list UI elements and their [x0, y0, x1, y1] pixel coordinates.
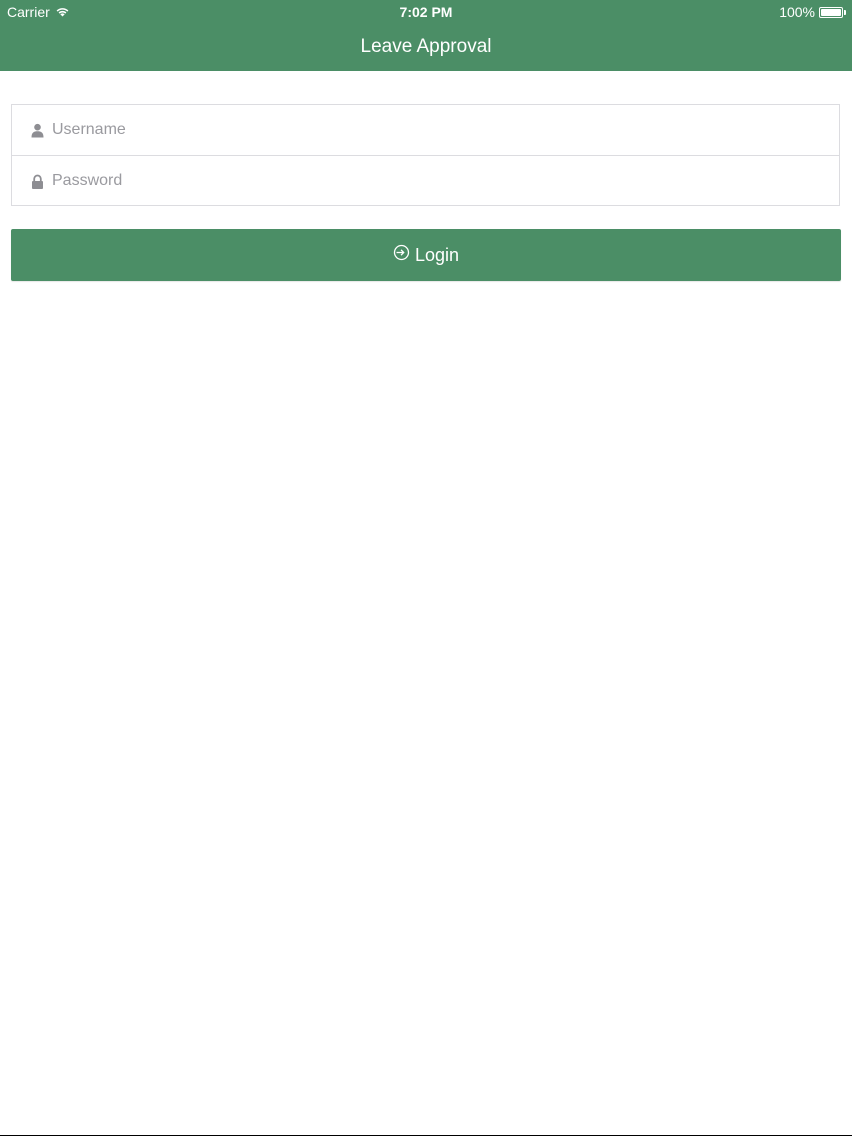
lock-icon	[30, 174, 45, 189]
page-title: Leave Approval	[360, 36, 492, 57]
battery-icon	[819, 6, 843, 18]
password-input[interactable]	[50, 160, 814, 202]
password-row	[12, 155, 839, 206]
status-right: 100%	[779, 4, 846, 20]
status-time: 7:02 PM	[399, 4, 453, 20]
login-button[interactable]: Login	[11, 229, 841, 281]
username-row	[12, 105, 839, 155]
user-icon	[30, 123, 45, 138]
battery-percent: 100%	[779, 4, 815, 20]
app-header: Carrier 7:02 PM 100% Leave Approval	[0, 0, 852, 71]
login-label: Login	[414, 244, 460, 265]
username-input[interactable]	[50, 109, 814, 151]
sign-in-icon	[393, 244, 410, 266]
login-form	[11, 104, 840, 206]
status-bar: Carrier 7:02 PM 100%	[0, 0, 852, 24]
battery-tip	[844, 9, 846, 15]
